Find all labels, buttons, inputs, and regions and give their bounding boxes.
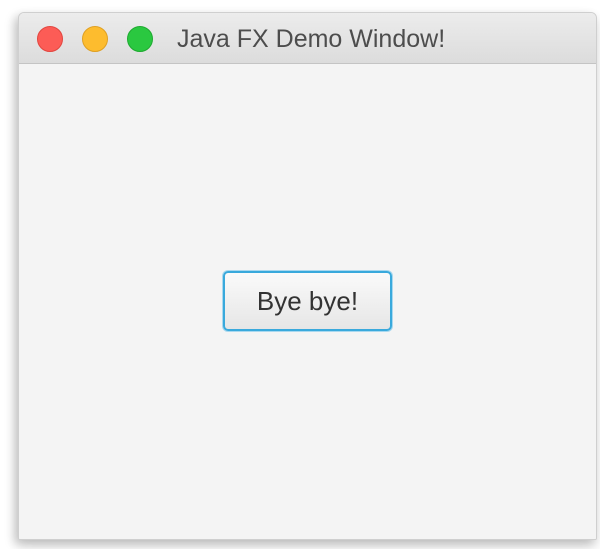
window-title: Java FX Demo Window!: [177, 25, 446, 53]
app-window: Java FX Demo Window! Bye bye!: [18, 12, 597, 540]
title-bar[interactable]: Java FX Demo Window!: [19, 13, 596, 64]
bye-bye-button[interactable]: Bye bye!: [223, 271, 392, 331]
close-icon[interactable]: [37, 26, 63, 52]
minimize-icon[interactable]: [82, 26, 108, 52]
zoom-icon[interactable]: [127, 26, 153, 52]
window-content: Bye bye!: [19, 64, 596, 539]
